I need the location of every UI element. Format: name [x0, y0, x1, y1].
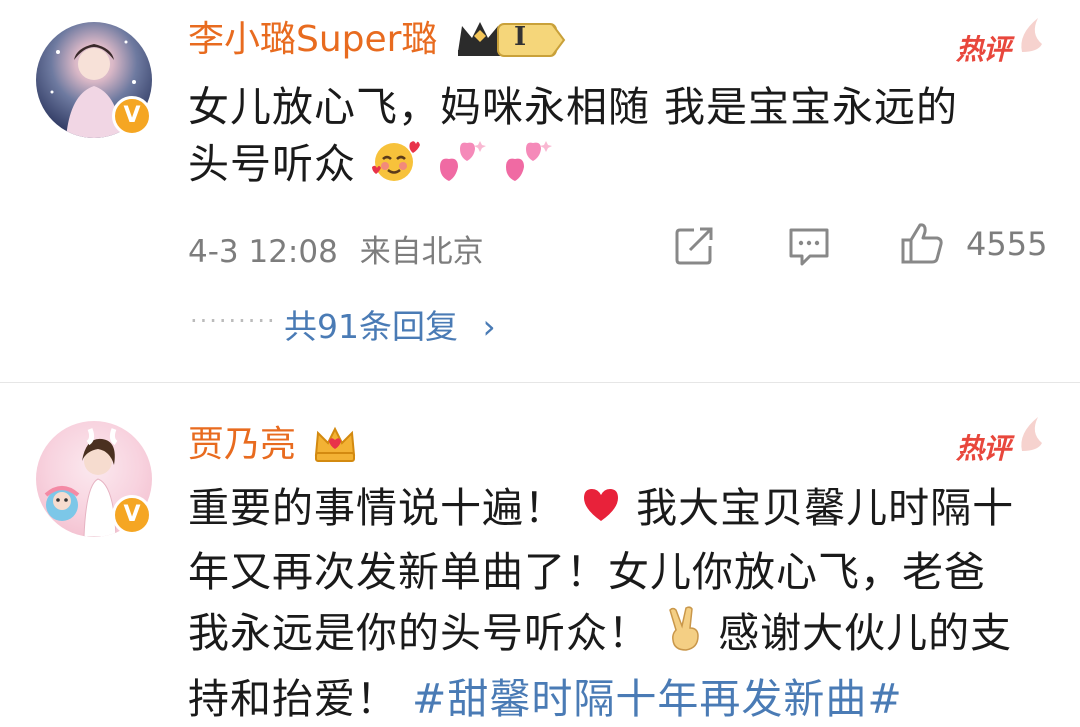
comment-text-line: 年又再次发新单曲了！女儿你放心飞，老爸 — [188, 547, 986, 596]
crown-icon — [458, 22, 566, 57]
two-hearts-icon — [500, 137, 553, 197]
comment-2: V 贾乃亮 热评 重要的事情说十遍！ 我大宝贝馨儿时隔十 年又再次发新单曲了！女… — [0, 383, 1080, 723]
comment-text-line: 重要的事情说十遍！ 我大宝贝馨儿时隔十 — [188, 481, 1038, 539]
victory-hand-icon — [664, 605, 704, 666]
share-icon[interactable] — [672, 224, 716, 268]
comment-text-line: 女儿放心飞，妈咪永相随 我是宝宝永远的 — [188, 83, 959, 131]
smiling-face-with-hearts-icon — [370, 137, 421, 197]
view-replies-link[interactable]: 共91条回复 › — [284, 300, 496, 348]
two-hearts-icon — [434, 137, 487, 197]
comment-time: 4-3 12:08 — [188, 234, 338, 270]
comment-text-line: 头号听众 — [188, 137, 1038, 197]
like-icon[interactable] — [898, 220, 946, 266]
comment-text: 重要的事情说十遍！ 我大宝贝馨儿时隔十 年又再次发新单曲了！女儿你放心飞，老爸 … — [188, 481, 1038, 727]
flame-mark-icon — [1021, 417, 1042, 451]
comment-location: 来自北京 — [359, 234, 484, 270]
reply-dots: ········· — [190, 307, 277, 335]
comment-text: 女儿放心飞，妈咪永相随 我是宝宝永远的 头号听众 — [188, 80, 1038, 197]
hot-comment-badge: 热评 — [956, 417, 1042, 465]
hashtag-link[interactable]: #甜馨时隔十年再发新曲# — [412, 675, 903, 723]
like-count: 4555 — [966, 225, 1048, 263]
hot-comment-badge: 热评 — [956, 18, 1042, 66]
comment-text-line: 我永远是你的头号听众！ 感谢大伙儿的支 — [188, 605, 1038, 666]
chevron-right-icon: › — [482, 307, 496, 346]
flame-mark-icon — [1021, 18, 1042, 52]
verified-icon: V — [112, 96, 152, 136]
crown-icon — [314, 426, 356, 462]
comment-icon[interactable] — [786, 224, 832, 268]
comment-1: V 李小璐Super璐 I 热评 女儿放心飞，妈咪永相随 我是宝宝永远的 头号听… — [0, 0, 1080, 380]
comment-text-line: 持和抬爱！ #甜馨时隔十年再发新曲# — [188, 674, 903, 723]
rank-badge-label: I — [514, 22, 527, 52]
heart-icon — [580, 484, 622, 539]
username[interactable]: 贾乃亮 — [188, 423, 296, 467]
verified-icon: V — [112, 495, 152, 535]
comment-meta: 4-3 12:08 来自北京 — [188, 226, 484, 271]
username[interactable]: 李小璐Super璐 — [188, 18, 437, 62]
